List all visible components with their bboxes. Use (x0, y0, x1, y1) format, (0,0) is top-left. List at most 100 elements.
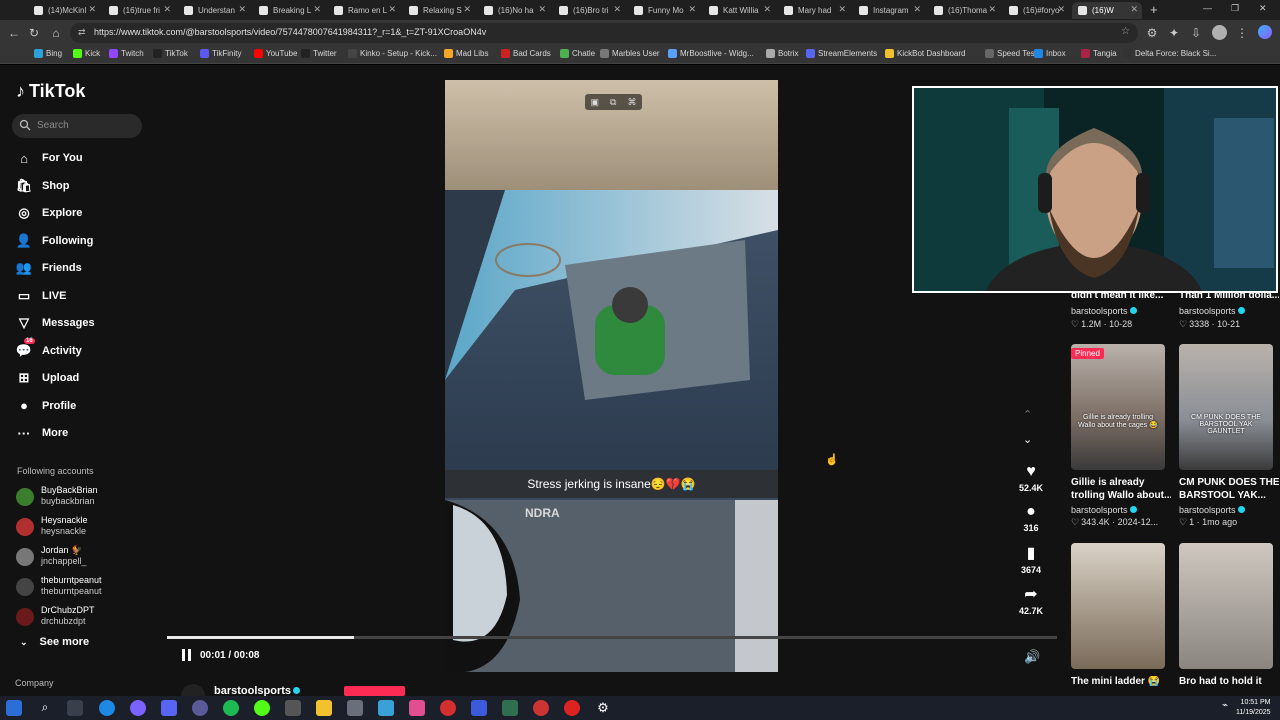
following-account[interactable]: Jordan 🐓 jnchappell_ (16, 545, 156, 571)
app-icon-9[interactable] (502, 700, 518, 716)
sidebar-item-profile[interactable]: ● Profile (16, 396, 76, 416)
bookmark-item[interactable]: Kick (73, 49, 100, 58)
author-avatar[interactable] (181, 684, 205, 696)
maximize-icon[interactable]: ❐ (1231, 3, 1239, 14)
close-tab-icon[interactable]: ✕ (463, 4, 471, 15)
sidebar-item-explore[interactable]: ◎ Explore (16, 203, 82, 223)
company-link[interactable]: Company (15, 678, 54, 688)
bookmark-item[interactable]: Tangia (1081, 49, 1117, 58)
video-card-user[interactable]: barstoolsports (1179, 505, 1245, 515)
app-icon-8[interactable] (471, 700, 487, 716)
spotify-icon[interactable] (223, 700, 239, 716)
kick-icon[interactable] (254, 700, 270, 716)
video-card-title-line2[interactable]: BARSTOOL YAK... (1179, 490, 1279, 501)
app-icon-6[interactable] (409, 700, 425, 716)
pause-icon[interactable] (181, 649, 193, 662)
close-tab-icon[interactable]: ✕ (88, 4, 96, 15)
bookmark-item[interactable]: Bing (34, 49, 62, 58)
video-card-title-line2[interactable]: trolling Wallo about... (1071, 490, 1171, 501)
author-name[interactable]: barstoolsports (214, 685, 301, 696)
close-tab-icon[interactable]: ✕ (1130, 4, 1138, 15)
bookmark-item[interactable]: StreamElements (806, 49, 877, 58)
translate-icon[interactable]: ⌘ (627, 97, 636, 108)
video-progress-bar[interactable] (167, 636, 1057, 639)
sidebar-item-messages[interactable]: ▽ Messages (16, 313, 95, 333)
windows-start-icon[interactable] (6, 700, 22, 716)
share-button[interactable]: ➦ 42.7K (1016, 586, 1046, 616)
pip-icon[interactable]: ▣ (591, 97, 600, 108)
bookmark-item[interactable]: TikTok (153, 49, 188, 58)
close-window-icon[interactable]: ✕ (1259, 3, 1267, 14)
save-button[interactable]: ▮ 3674 (1016, 545, 1046, 575)
new-tab-icon[interactable]: + (1150, 2, 1158, 17)
video-card-thumbnail[interactable] (1179, 543, 1273, 669)
volume-icon[interactable]: 🔊 (1024, 649, 1040, 665)
close-tab-icon[interactable]: ✕ (238, 4, 246, 15)
bookmark-item[interactable]: Mad Libs (444, 49, 488, 58)
video-card-title[interactable]: Bro had to hold it (1179, 676, 1279, 687)
video-card-user[interactable]: barstoolsports (1071, 306, 1137, 316)
bookmark-item[interactable]: Twitter (301, 49, 337, 58)
bookmark-item[interactable]: Speed Test (985, 49, 1037, 58)
bookmark-item[interactable]: Chatle (560, 49, 595, 58)
close-tab-icon[interactable]: ✕ (163, 4, 171, 15)
like-button[interactable]: ♥ 52.4K (1016, 463, 1046, 493)
close-tab-icon[interactable]: ✕ (763, 4, 771, 15)
video-card-thumbnail[interactable]: Gillie is already trolling Wallo about t… (1071, 344, 1165, 470)
app-icon-7[interactable] (440, 700, 456, 716)
extensions-icon[interactable]: ⚙ (1144, 25, 1160, 41)
reload-icon[interactable]: ↻ (26, 25, 42, 41)
following-account[interactable]: BuyBackBrian buybackbrian (16, 485, 156, 511)
bookmark-item[interactable]: Botrix (766, 49, 798, 58)
menu-icon[interactable]: ⋮ (1234, 25, 1250, 41)
downloads-icon[interactable]: ⇩ (1188, 25, 1204, 41)
browser-tab[interactable]: (16)W ✕ (1072, 2, 1142, 19)
discord-icon[interactable] (161, 700, 177, 716)
close-tab-icon[interactable]: ✕ (388, 4, 396, 15)
video-card-title[interactable]: CM PUNK DOES THE (1179, 477, 1279, 488)
bookmark-item[interactable]: YouTube (254, 49, 297, 58)
browser-tab[interactable]: (16)Bro tri ✕ (553, 2, 625, 19)
browser-tab[interactable]: Katt Willia ✕ (703, 2, 775, 19)
network-icon[interactable]: ⌁ (1222, 700, 1228, 711)
sidebar-item-shop[interactable]: 🛍 Shop (16, 176, 70, 196)
app-icon-11[interactable] (564, 700, 580, 716)
sidebar-item-friends[interactable]: 👥 Friends (16, 258, 82, 278)
follow-button[interactable] (344, 686, 405, 696)
comment-button[interactable]: ● 316 (1016, 503, 1046, 533)
app-icon-5[interactable] (378, 700, 394, 716)
file-explorer-icon[interactable] (316, 700, 332, 716)
app-icon-10[interactable] (533, 700, 549, 716)
browser-tab[interactable]: Mary had ✕ (778, 2, 850, 19)
minimize-icon[interactable]: — (1203, 3, 1212, 13)
close-tab-icon[interactable]: ✕ (988, 4, 996, 15)
browser-tab[interactable]: Ramo en L ✕ (328, 2, 400, 19)
video-card-thumbnail[interactable] (1071, 543, 1165, 669)
edge-icon[interactable] (99, 700, 115, 716)
video-card-user[interactable]: barstoolsports (1071, 505, 1137, 515)
browser-tab[interactable]: Understan ✕ (178, 2, 250, 19)
close-tab-icon[interactable]: ✕ (913, 4, 921, 15)
sidebar-item-more[interactable]: ··· More (16, 423, 69, 443)
browser-tab[interactable]: (14)McKinl ✕ (28, 2, 100, 19)
app-icon-1[interactable] (130, 700, 146, 716)
following-account[interactable]: DrChubzDPT drchubzdpt (16, 605, 156, 631)
video-card-title[interactable]: Gillie is already (1071, 477, 1171, 488)
video-card-title[interactable]: The mini ladder 😭 (1071, 676, 1171, 687)
bookmark-item[interactable]: KickBot Dashboard (885, 49, 965, 58)
video-card-user[interactable]: barstoolsports (1179, 306, 1245, 316)
app-icon-2[interactable] (192, 700, 208, 716)
close-tab-icon[interactable]: ✕ (838, 4, 846, 15)
bookmark-item[interactable]: MrBoostlive - Widg... (668, 49, 754, 58)
close-tab-icon[interactable]: ✕ (688, 4, 696, 15)
see-more-button[interactable]: ⌄ See more (20, 636, 89, 648)
app-icon-3[interactable] (285, 700, 301, 716)
browser-tab[interactable]: (16)No ha ✕ (478, 2, 550, 19)
url-text[interactable]: https://www.tiktok.com/@barstoolsports/v… (94, 27, 486, 37)
address-bar[interactable]: ⇄ https://www.tiktok.com/@barstoolsports… (70, 23, 1138, 43)
close-tab-icon[interactable]: ✕ (1057, 4, 1065, 15)
settings-gear-icon[interactable]: ⚙ (595, 700, 611, 716)
browser-tab[interactable]: Instagram ✕ (853, 2, 925, 19)
profile-avatar[interactable] (1212, 25, 1227, 40)
copilot-icon[interactable] (1258, 25, 1272, 39)
